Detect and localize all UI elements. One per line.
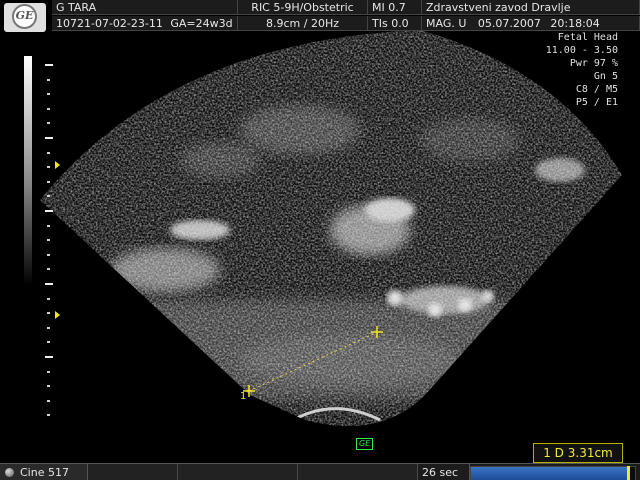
scan-parameters: Fetal Head 11.00 - 3.50 Pwr 97 % Gn 5 C8… xyxy=(546,31,618,109)
focus-marker-icon xyxy=(55,161,60,169)
depth-tick-major xyxy=(45,283,53,285)
depth-tick xyxy=(47,326,50,329)
trackball-icon xyxy=(5,468,14,477)
depth-tick xyxy=(47,195,50,198)
depth-tick xyxy=(47,297,50,300)
cine-progress-fill xyxy=(471,467,629,480)
preset-label: Fetal Head xyxy=(557,32,618,43)
grayscale-bar xyxy=(24,56,32,286)
mode-date-time: MAG. U 05.07.2007 20:18:04 xyxy=(422,16,640,31)
focus-marker-icon xyxy=(55,311,60,319)
cine-seconds: 26 sec xyxy=(418,464,470,480)
probe-label: RIC 5-9H/Obstetric xyxy=(238,0,368,15)
depth-tick xyxy=(47,268,50,271)
gestational-age: GA=24w3d xyxy=(170,17,233,30)
depth-tick xyxy=(47,180,50,183)
cine-label: Cine 517 xyxy=(20,466,69,479)
frequency-range: 11.00 - 3.50 xyxy=(545,45,618,56)
depth-tick xyxy=(47,253,50,256)
ge-tag: GE xyxy=(356,438,374,450)
depth-tick xyxy=(47,122,50,125)
institution: Zdravstveni zavod Dravlje xyxy=(422,0,640,15)
bottom-bar: Cine 517 26 sec xyxy=(0,463,640,480)
depth-tick xyxy=(47,78,50,81)
depth-tick xyxy=(47,224,50,227)
softkey-2[interactable] xyxy=(178,464,298,480)
patient-id-row: 10721-07-02-23-11 GA=24w3d xyxy=(52,16,238,31)
cine-button[interactable]: Cine 517 xyxy=(0,464,88,480)
cine-position-marker[interactable] xyxy=(627,466,631,480)
depth-tick xyxy=(47,93,50,96)
depth-frequency: 8.9cm / 20Hz xyxy=(238,16,368,31)
gain-value: Gn 5 xyxy=(593,71,618,82)
cine-progress[interactable] xyxy=(470,466,636,480)
mechanical-index: MI 0.7 xyxy=(368,0,422,15)
depth-tick xyxy=(47,399,50,402)
depth-tick xyxy=(47,341,50,344)
depth-tick xyxy=(47,370,50,373)
softkey-3[interactable] xyxy=(298,464,418,480)
depth-tick-major xyxy=(45,210,53,212)
depth-tick xyxy=(47,239,50,242)
measurement-readout: 1 D 3.31cm xyxy=(533,443,623,463)
thermal-index: TIs 0.0 xyxy=(368,16,422,31)
ge-logo: GE xyxy=(4,3,46,32)
exam-date: 05.07.2007 xyxy=(477,17,541,30)
power-value: Pwr 97 % xyxy=(569,58,618,69)
depth-tick xyxy=(47,166,50,169)
exam-time: 20:18:04 xyxy=(550,17,600,30)
mode-label: MAG. U xyxy=(426,17,467,30)
softkey-1[interactable] xyxy=(88,464,178,480)
depth-tick-major xyxy=(45,64,53,66)
depth-tick xyxy=(47,385,50,388)
depth-tick xyxy=(47,107,50,110)
depth-tick xyxy=(47,414,50,417)
depth-tick-major xyxy=(45,356,53,358)
depth-tick xyxy=(47,151,50,154)
ultrasound-screen: GE G TARA 10721-07-02-23-11 GA=24w3d RIC… xyxy=(0,0,640,480)
patient-name: G TARA xyxy=(52,0,238,15)
caliper-number: 1 xyxy=(240,391,247,402)
p-e-value: P5 / E1 xyxy=(575,97,618,108)
c-m-value: C8 / M5 xyxy=(575,84,618,95)
ultrasound-image xyxy=(40,30,622,427)
depth-tick xyxy=(47,312,50,315)
patient-id: 10721-07-02-23-11 xyxy=(56,17,163,30)
depth-tick-major xyxy=(45,137,53,139)
